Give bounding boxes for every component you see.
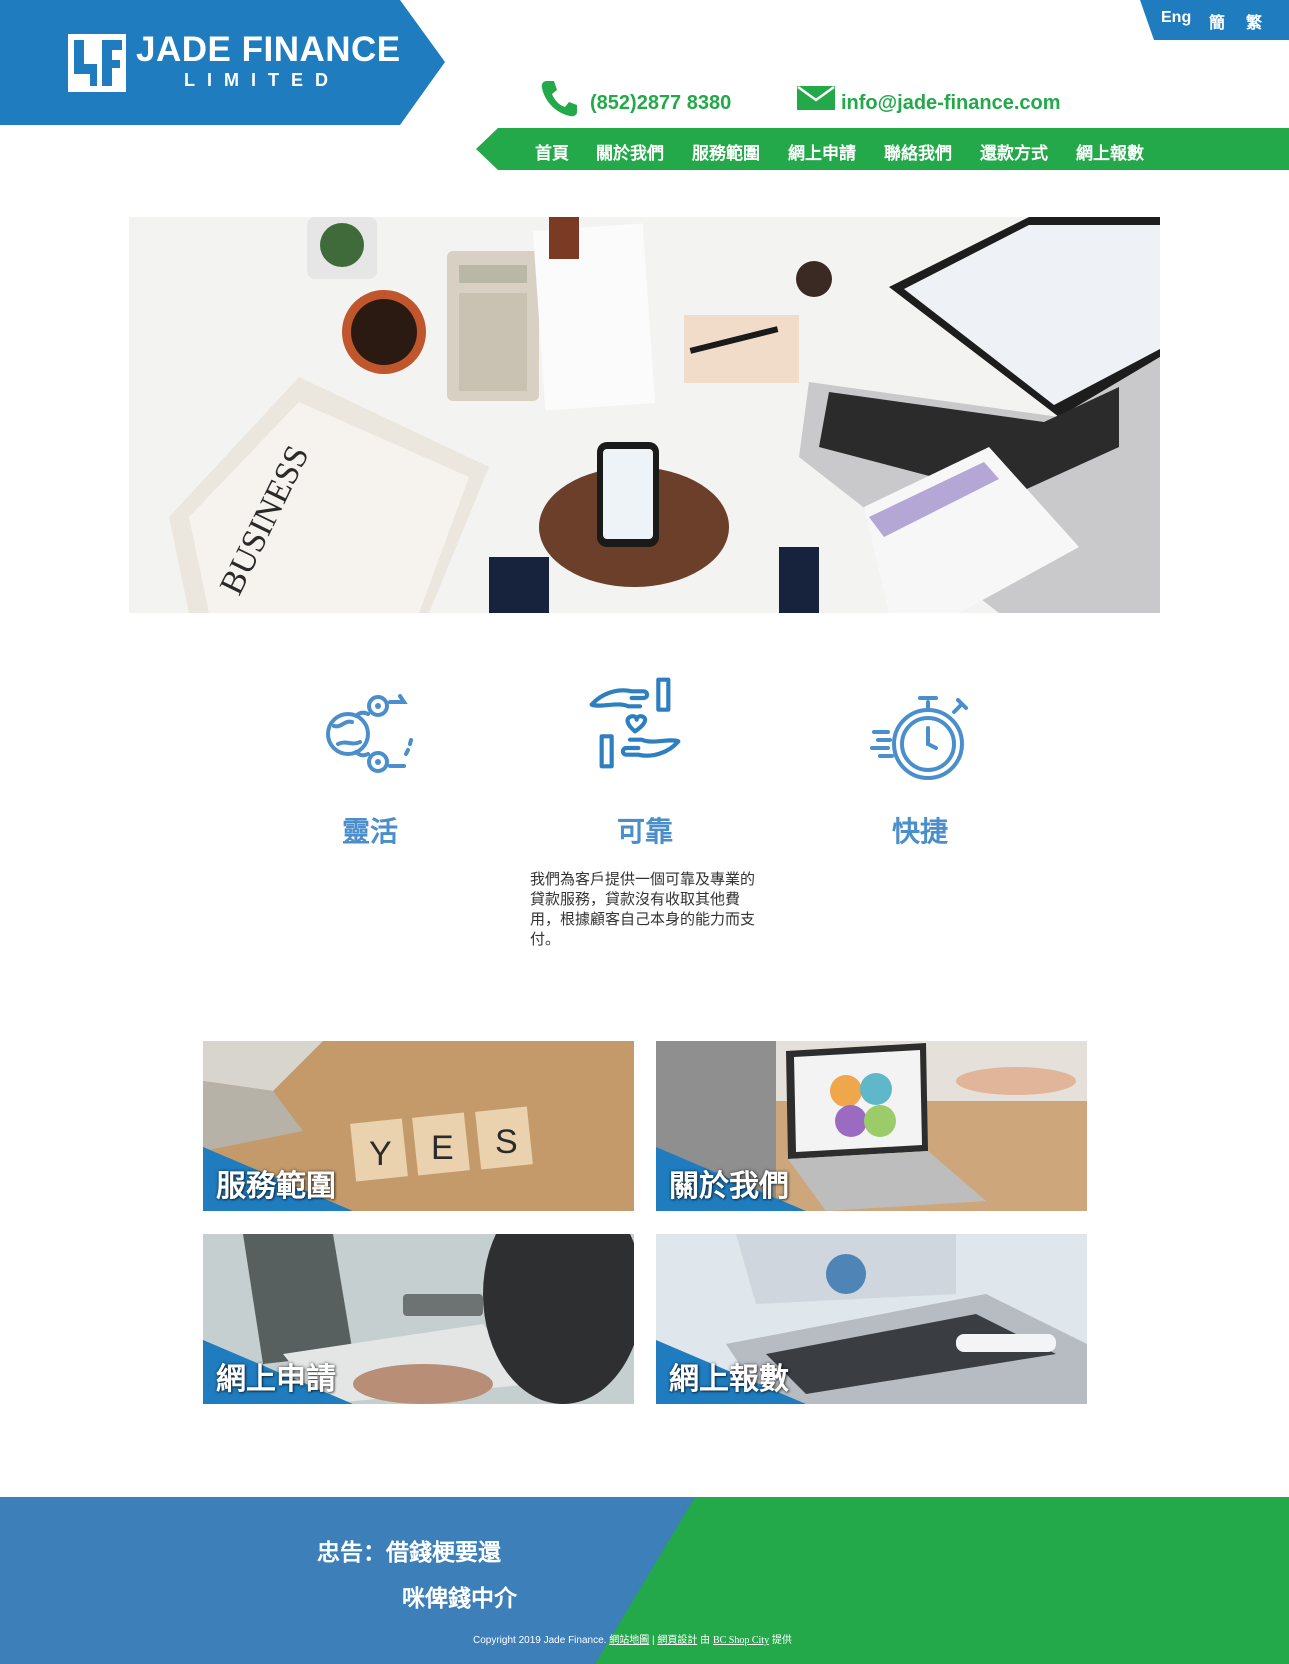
hero-image: BUSINESS <box>129 217 1160 613</box>
mail-icon <box>797 86 835 110</box>
footer-warning-line1: 忠告：借錢梗要還 <box>317 1539 501 1565</box>
tile-report-label: 網上報數 <box>669 1363 789 1396</box>
language-switcher: Eng 簡 繁 <box>1140 0 1289 40</box>
tile-services-label: 服務範圍 <box>216 1170 336 1203</box>
nav-contact[interactable]: 聯絡我們 <box>884 139 952 164</box>
feature-fast-title: 快捷 <box>891 816 948 847</box>
footer-warning-line2: 咪俾錢中介 <box>402 1585 517 1611</box>
tile-services[interactable]: Y E S 服務範圍 <box>203 1041 634 1211</box>
tile-report-online[interactable]: 網上報數 <box>656 1234 1087 1404</box>
hands-heart-icon <box>589 677 681 769</box>
copyright-suffix: 提供 <box>771 1635 792 1646</box>
sitemap-link[interactable]: 網站地圖 <box>609 1635 649 1646</box>
tile-apply-label: 網上申請 <box>216 1363 336 1396</box>
feature-flexible-title: 靈活 <box>341 816 398 847</box>
feature-reliable-title: 可靠 <box>616 816 673 847</box>
nav-apply-online[interactable]: 網上申請 <box>788 139 856 164</box>
footer: 忠告：借錢梗要還 咪俾錢中介 Copyright 2019 Jade Finan… <box>0 1497 1289 1664</box>
nav-repayment[interactable]: 還款方式 <box>980 139 1048 164</box>
tile-apply-online[interactable]: 網上申請 <box>203 1234 634 1404</box>
svg-text:Y: Y <box>369 1135 392 1173</box>
brand-sub: LIMITED <box>184 70 340 90</box>
logo-mark-icon <box>68 34 126 92</box>
nav-about[interactable]: 關於我們 <box>596 139 664 164</box>
lang-simplified[interactable]: 簡 <box>1209 9 1225 33</box>
lang-eng[interactable]: Eng <box>1161 9 1191 27</box>
lang-traditional[interactable]: 繁 <box>1246 9 1262 33</box>
web-design-link[interactable]: 網頁設計 <box>657 1635 697 1646</box>
tile-about[interactable]: 關於我們 <box>656 1041 1087 1211</box>
copyright-text: Copyright 2019 Jade Finance. <box>473 1635 607 1646</box>
copyright: Copyright 2019 Jade Finance. 網站地圖 | 網頁設計… <box>473 1631 792 1646</box>
nav-services[interactable]: 服務範圍 <box>692 139 760 164</box>
svg-text:S: S <box>495 1123 518 1161</box>
feature-reliable-description: 我們為客戶提供一個可靠及專業的貸款服務，貸款沒有收取其他費用，根據顧客自己本身的… <box>530 871 756 948</box>
tile-about-label: 關於我們 <box>669 1170 789 1203</box>
nav-home[interactable]: 首頁 <box>535 139 569 164</box>
email-address[interactable]: info@jade-finance.com <box>841 92 1061 115</box>
globe-cycle-icon <box>326 694 413 773</box>
provider-link[interactable]: BC Shop City <box>713 1635 769 1646</box>
svg-text:E: E <box>431 1129 454 1167</box>
copyright-by: 由 <box>700 1635 711 1646</box>
phone-number[interactable]: (852)2877 8380 <box>590 92 731 115</box>
copyright-separator: | <box>651 1635 655 1646</box>
logo[interactable]: JADE FINANCE LIMITED <box>0 0 445 125</box>
phone-icon <box>541 81 577 117</box>
nav-report-online[interactable]: 網上報數 <box>1076 139 1144 164</box>
brand-name: JADE FINANCE <box>136 30 401 69</box>
stopwatch-icon <box>870 696 968 780</box>
main-nav: 首頁 關於我們 服務範圍 網上申請 聯絡我們 還款方式 網上報數 <box>476 128 1289 170</box>
